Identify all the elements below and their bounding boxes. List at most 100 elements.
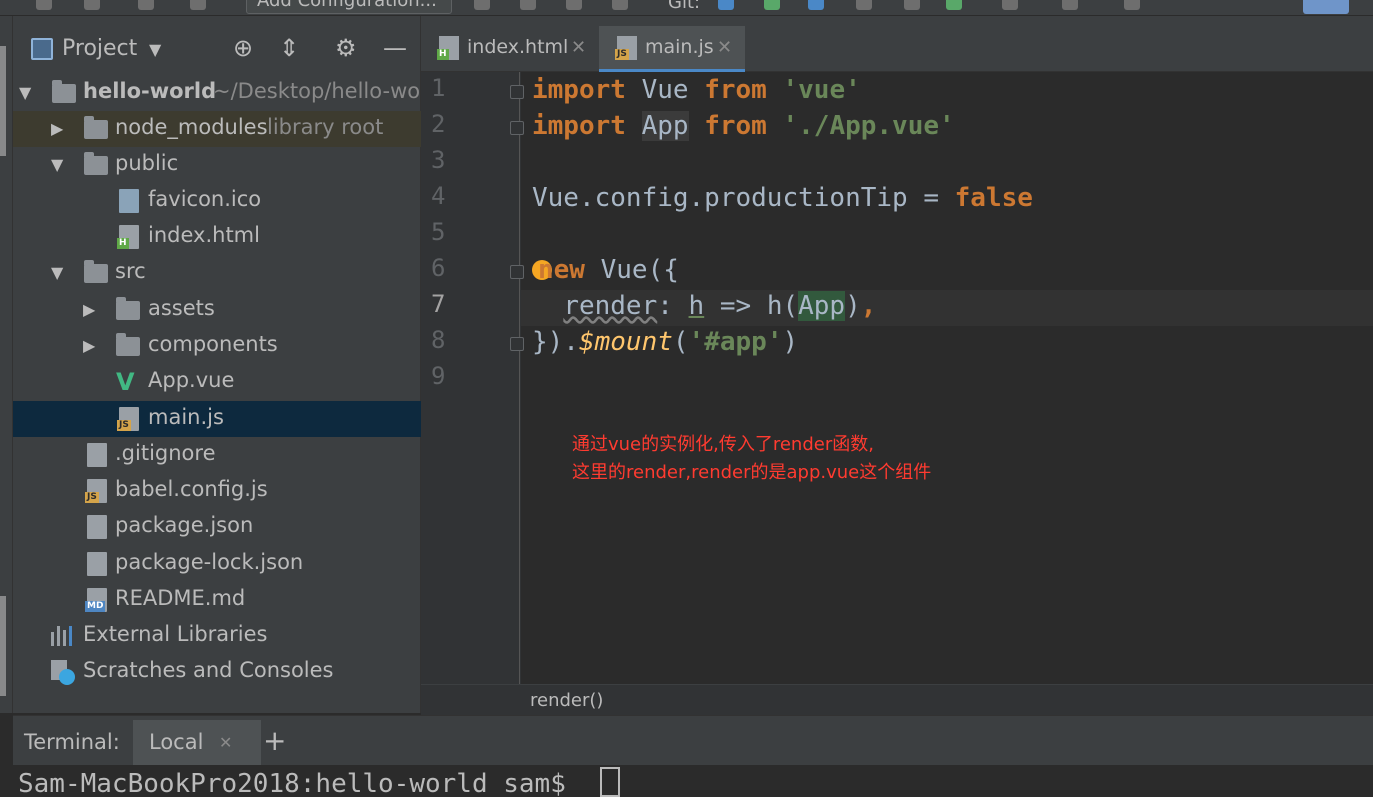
project-title[interactable]: Project [62,36,137,61]
line-number: 5 [431,218,446,246]
terminal-prompt: Sam-MacBookPro2018:hello-world sam$ [18,769,582,797]
tree-item-assets[interactable]: ▶ assets [13,292,421,328]
chevron-down-icon[interactable]: ▼ [149,40,161,59]
expand-arrow-icon[interactable]: ▼ [19,83,31,102]
tree-item-index-html[interactable]: H index.html [13,219,421,255]
git-label: Git: [668,0,701,13]
collapse-arrow-icon[interactable]: ▶ [83,336,95,355]
project-tool-tab[interactable] [0,46,6,156]
code-editor[interactable]: 1 2 3 4 5 6 7 8 9 import Vue from 'vue' … [421,72,1373,684]
edit-icon[interactable] [1002,0,1018,10]
markdown-file-icon: MD [85,588,107,612]
forward-icon[interactable] [190,0,206,10]
image-file-icon [119,189,139,213]
coverage-icon[interactable] [566,0,582,10]
tree-label: components [148,332,278,356]
line-number: 1 [431,74,446,102]
collapse-arrow-icon[interactable]: ▶ [83,300,95,319]
tree-label: main.js [148,405,224,429]
terminal-tab-local[interactable]: Local ✕ [133,720,261,766]
line-number: 9 [431,362,446,390]
tab-main-js[interactable]: JS main.js ✕ [599,26,745,72]
tree-item-package-lock-json[interactable]: package-lock.json [13,546,421,582]
code-line-2: import App from './App.vue' [532,111,955,141]
terminal-body[interactable]: Sam-MacBookPro2018:hello-world sam$ [0,765,1373,797]
tree-item-favicon[interactable]: favicon.ico [13,183,421,219]
tree-label: Scratches and Consoles [83,658,334,682]
folder-icon [116,333,140,356]
fold-marker-icon[interactable] [510,337,524,351]
search-icon[interactable] [1062,0,1078,10]
debug-icon[interactable] [520,0,536,10]
tree-item-readme[interactable]: MD README.md [13,582,421,618]
collapse-arrow-icon[interactable]: ▶ [51,119,63,138]
save-icon[interactable] [36,0,52,10]
code-line-7: render: h => h(App), [563,291,877,321]
text-file-icon [87,443,107,467]
run-icon[interactable] [474,0,490,10]
tree-item-external-libraries[interactable]: External Libraries [13,618,421,654]
tree-item-node-modules[interactable]: ▶ node_modules library root [13,111,421,147]
tree-label: node_modules [115,115,268,139]
tree-item-public[interactable]: ▼ public [13,147,421,183]
tree-label: package-lock.json [115,550,304,574]
expand-arrow-icon[interactable]: ▼ [51,155,63,174]
structure-icon[interactable] [1124,0,1140,10]
scratch-icon [51,660,77,686]
tab-index-html[interactable]: H index.html ✕ [421,26,599,72]
tree-item-hello-world[interactable]: ▼ hello-world ~/Desktop/hello-worl [13,75,435,111]
sync-icon[interactable] [84,0,100,10]
back-icon[interactable] [138,0,154,10]
tree-item-scratches[interactable]: Scratches and Consoles [13,654,421,690]
expand-arrow-icon[interactable]: ▼ [51,263,63,282]
tree-label: External Libraries [83,622,268,646]
tree-item-main-js[interactable]: JS main.js [13,401,421,437]
js-file-icon: JS [117,407,139,431]
html-file-icon: H [117,225,139,249]
git-push-icon[interactable] [808,0,824,10]
js-file-icon: JS [85,479,107,503]
tree-item-babel-config[interactable]: JS babel.config.js [13,473,421,509]
stop-icon[interactable] [612,0,628,10]
git-commit-icon[interactable] [764,0,780,10]
vue-file-icon: V [116,368,135,396]
revert-icon[interactable] [904,0,920,10]
git-update-icon[interactable] [718,0,734,10]
breadcrumb: render() [421,684,1373,715]
tree-item-components[interactable]: ▶ components [13,328,421,364]
folder-icon [84,116,108,139]
gear-icon[interactable]: ⚙ [335,34,357,62]
favorites-tool-tab[interactable] [0,596,6,696]
code-line-6: new Vue({ [532,252,679,288]
close-icon[interactable]: ✕ [571,37,586,58]
tree-label: .gitignore [115,441,216,465]
terminal-title: Terminal: [24,730,120,754]
line-number: 2 [431,110,446,138]
fold-marker-icon[interactable] [510,121,524,135]
tree-item-gitignore[interactable]: .gitignore [13,437,421,473]
fold-marker-icon[interactable] [510,265,524,279]
ide-badge-icon[interactable] [1303,0,1349,14]
tree-label: index.html [148,223,260,247]
project-view-icon [31,38,53,60]
breadcrumb-item[interactable]: render() [530,690,603,711]
redo-icon[interactable] [946,0,962,10]
close-icon[interactable]: ✕ [717,37,732,58]
project-header: Project ▼ ⊕ ⇕ ⚙ — [13,16,421,72]
terminal-tab-label: Local [149,730,204,754]
close-icon[interactable]: ✕ [219,733,232,752]
tree-item-package-json[interactable]: package.json [13,509,421,545]
folder-icon [84,152,108,175]
tree-item-app-vue[interactable]: V App.vue [13,364,421,400]
add-terminal-icon[interactable]: + [263,724,286,757]
history-icon[interactable] [856,0,872,10]
tree-label: favicon.ico [148,187,262,211]
tree-item-src[interactable]: ▼ src [13,255,421,291]
collapse-all-icon[interactable]: ⇕ [279,34,299,62]
locate-icon[interactable]: ⊕ [233,34,253,62]
hide-panel-icon[interactable]: — [383,34,407,62]
fold-marker-icon[interactable] [510,85,524,99]
run-configuration-dropdown[interactable]: Add Configuration... [246,0,452,14]
tab-label: index.html [467,36,569,58]
folder-icon [52,80,76,103]
